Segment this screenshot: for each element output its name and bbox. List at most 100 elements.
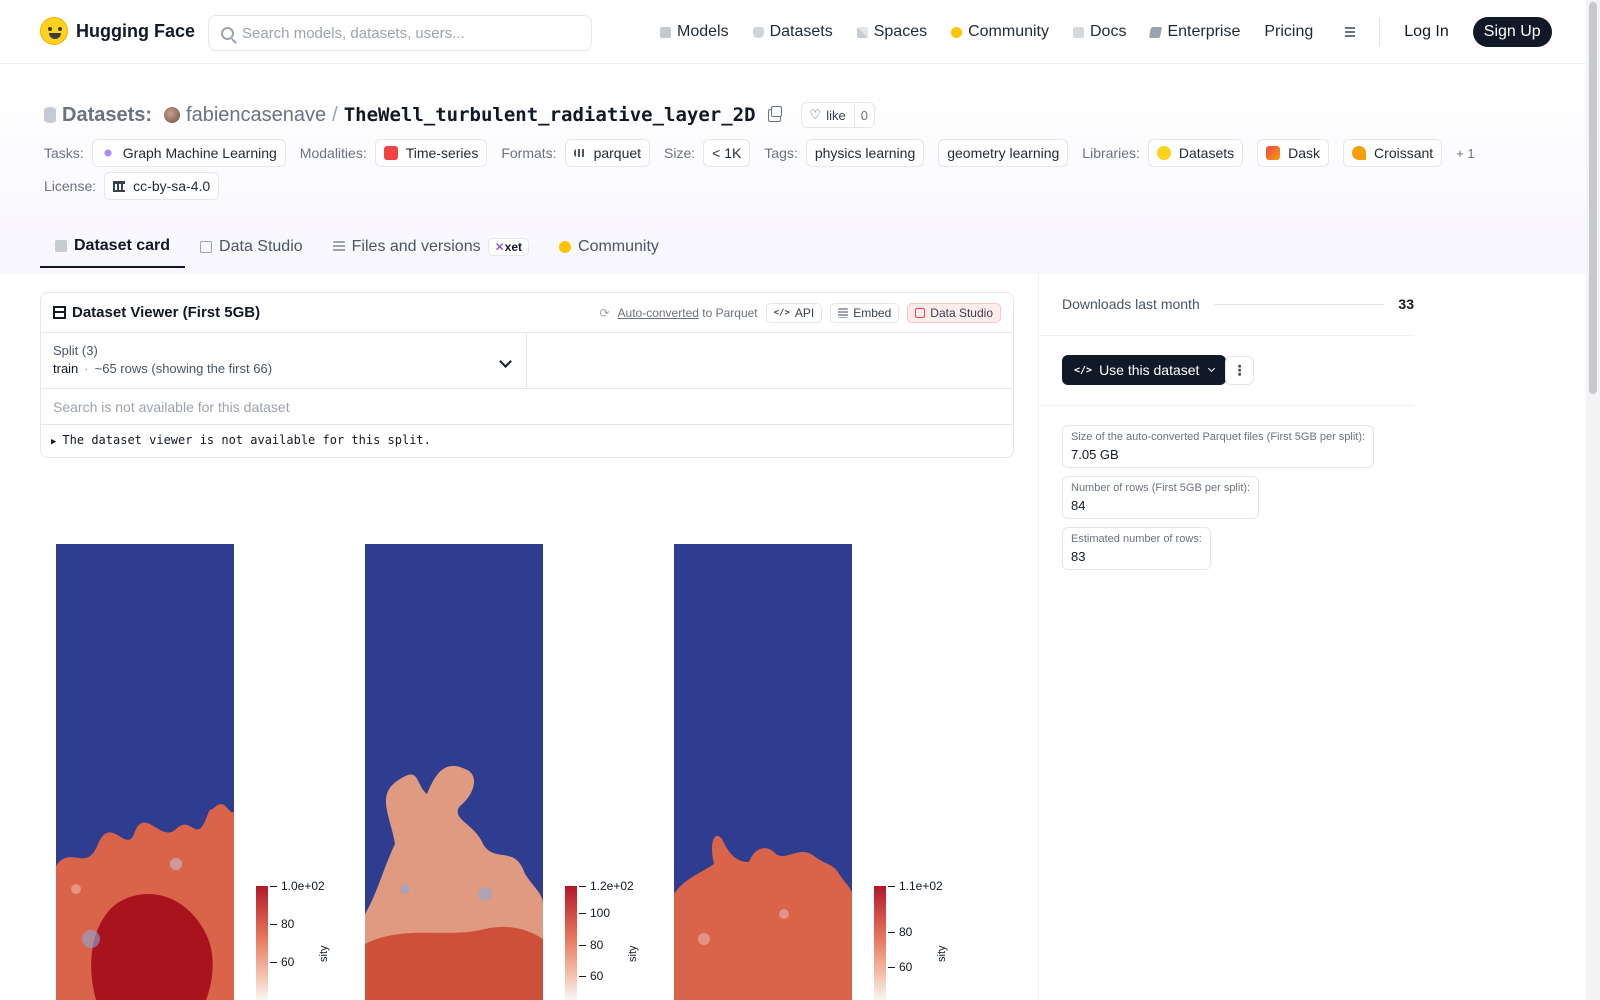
format-chip[interactable]: parquet [564, 139, 651, 167]
tab-community[interactable]: Community [544, 226, 674, 268]
tag-text: physics learning [814, 145, 916, 161]
tab-label: Files and versions [351, 238, 481, 255]
colorbar-label: 1.2e+02 [590, 879, 634, 893]
page-scrollbar[interactable] [1586, 0, 1600, 1000]
data-studio-button[interactable]: Data Studio [907, 302, 1001, 323]
metadata-row: Tasks: Graph Machine Learning Modalities… [44, 139, 1475, 167]
colorbar-2-tick: 60 [579, 969, 603, 983]
tag-chip[interactable]: physics learning [805, 139, 925, 167]
xet-label: xet [504, 240, 523, 254]
disclosure-triangle-icon: ▶ [51, 437, 57, 447]
viewer-header: Dataset Viewer (First 5GB) ⟳ Auto-conver… [41, 293, 1013, 333]
nav-link-enterprise[interactable]: Enterprise [1149, 23, 1240, 41]
stat-value: 83 [1071, 549, 1086, 564]
tags-label: Tags: [764, 145, 798, 161]
tab-data-studio[interactable]: Data Studio [185, 226, 318, 268]
format-text: parquet [593, 145, 642, 161]
size-label: Size: [664, 145, 696, 161]
modality-chip[interactable]: Time-series [374, 139, 488, 167]
search-input[interactable]: Search models, datasets, users... [208, 15, 592, 51]
xet-icon: ✕ [494, 240, 505, 254]
database-icon [44, 107, 56, 123]
cube-icon [55, 240, 67, 252]
signup-button[interactable]: Sign Up [1472, 17, 1552, 47]
dataset-viewer: Dataset Viewer (First 5GB) ⟳ Auto-conver… [40, 292, 1014, 458]
colorbar-2 [565, 886, 577, 1000]
tag-chip[interactable]: geometry learning [938, 139, 1069, 167]
dataset-name[interactable]: TheWell_turbulent_radiative_layer_2D [344, 104, 756, 126]
library-chip-croissant[interactable]: Croissant [1343, 139, 1443, 167]
colorbar-2-max: 1.2e+02 [579, 879, 634, 893]
sidebar-divider [1038, 268, 1039, 1000]
libraries-more[interactable]: + 1 [1456, 146, 1474, 161]
docs-icon [1073, 26, 1084, 38]
nav-link-docs[interactable]: Docs [1073, 23, 1126, 41]
size-chip[interactable]: < 1K [703, 139, 751, 167]
nav-link-datasets[interactable]: Datasets [752, 23, 833, 41]
stat-value: 7.05 GB [1071, 447, 1119, 462]
spaces-icon [856, 26, 868, 38]
like-button[interactable]: ♡ like 0 [800, 102, 875, 128]
colorbar-3 [874, 886, 886, 1000]
nav-link-spaces[interactable]: Spaces [856, 23, 928, 41]
dataset-header: Datasets: fabiencasenave / TheWell_turbu… [0, 64, 1586, 274]
colorbar-3-tick: 80 [888, 925, 912, 939]
colorbar-1 [256, 886, 268, 1000]
library-chip-dask[interactable]: Dask [1257, 139, 1330, 167]
tab-files-and-versions[interactable]: Files and versions ✕xet [318, 226, 544, 268]
api-button[interactable]: </> API [765, 302, 823, 323]
copy-icon[interactable] [767, 105, 782, 122]
use-this-dataset-button[interactable]: </> Use this dataset [1062, 355, 1227, 385]
formats-label: Formats: [501, 145, 557, 161]
avatar[interactable] [164, 107, 181, 123]
library-text: Datasets [1178, 145, 1235, 161]
modalities-label: Modalities: [299, 145, 367, 161]
task-chip[interactable]: Graph Machine Learning [91, 139, 286, 167]
parquet-icon [573, 149, 586, 157]
colorbar-label: 1.1e+02 [899, 879, 943, 893]
license-chip[interactable]: cc-by-sa-4.0 [104, 172, 220, 200]
like-count[interactable]: 0 [853, 103, 874, 127]
downloads-count: 33 [1398, 296, 1414, 312]
colorbar-1-title: sity [318, 945, 330, 963]
nav-links: Models Datasets Spaces Community Docs En… [660, 17, 1552, 47]
downloads-stat: Downloads last month 33 [1062, 296, 1414, 312]
auto-converted-link[interactable]: Auto-converted [618, 306, 699, 320]
graph-icon [100, 146, 115, 160]
login-link[interactable]: Log In [1404, 23, 1448, 41]
embed-button[interactable]: Embed [830, 302, 900, 323]
nav-link-models[interactable]: Models [660, 23, 729, 41]
nav-link-community[interactable]: Community [951, 23, 1049, 41]
colorbar-label: 100 [590, 906, 611, 920]
nav-link-label: Spaces [873, 23, 928, 40]
viewer-notice[interactable]: ▶ The dataset viewer is not available for… [41, 425, 1013, 455]
nav-link-label: Community [968, 23, 1049, 40]
colorbar-2-title: sity [627, 945, 639, 963]
more-options-button[interactable]: ⋮ [1225, 356, 1254, 385]
owner-link[interactable]: fabiencasenave [186, 104, 326, 127]
stat-value: 84 [1071, 498, 1086, 513]
split-selector[interactable]: Split (3) train · ~65 rows (showing the fi… [41, 333, 527, 388]
license-label: License: [44, 178, 97, 194]
nav-divider [1379, 18, 1381, 46]
license-icon [113, 180, 126, 192]
colorbar-2-tick: 80 [579, 938, 603, 952]
search-icon [221, 26, 234, 40]
like-label-wrap: ♡ like [802, 107, 854, 123]
breadcrumb-section[interactable]: Datasets: [62, 104, 152, 127]
colorbar-1-tick: 60 [270, 955, 294, 969]
table-icon [915, 307, 926, 318]
tab-label: Dataset card [74, 237, 171, 254]
scrollbar-thumb[interactable] [1589, 2, 1597, 394]
nav-link-pricing[interactable]: Pricing [1264, 23, 1313, 41]
colorbar-label: 80 [899, 925, 913, 939]
density-field-3 [674, 835, 852, 1000]
tab-dataset-card[interactable]: Dataset card [40, 226, 186, 268]
colorbar-label: 60 [281, 955, 295, 969]
brand-logo[interactable]: Hugging Face [40, 17, 195, 45]
library-chip-datasets[interactable]: Datasets [1147, 139, 1244, 167]
stat-label: Number of rows (First 5GB per split): [1071, 482, 1251, 494]
community-icon [559, 241, 572, 253]
stat-estimated-rows: Estimated number of rows: 83 [1062, 527, 1211, 570]
more-menu-icon[interactable] [1337, 26, 1356, 38]
